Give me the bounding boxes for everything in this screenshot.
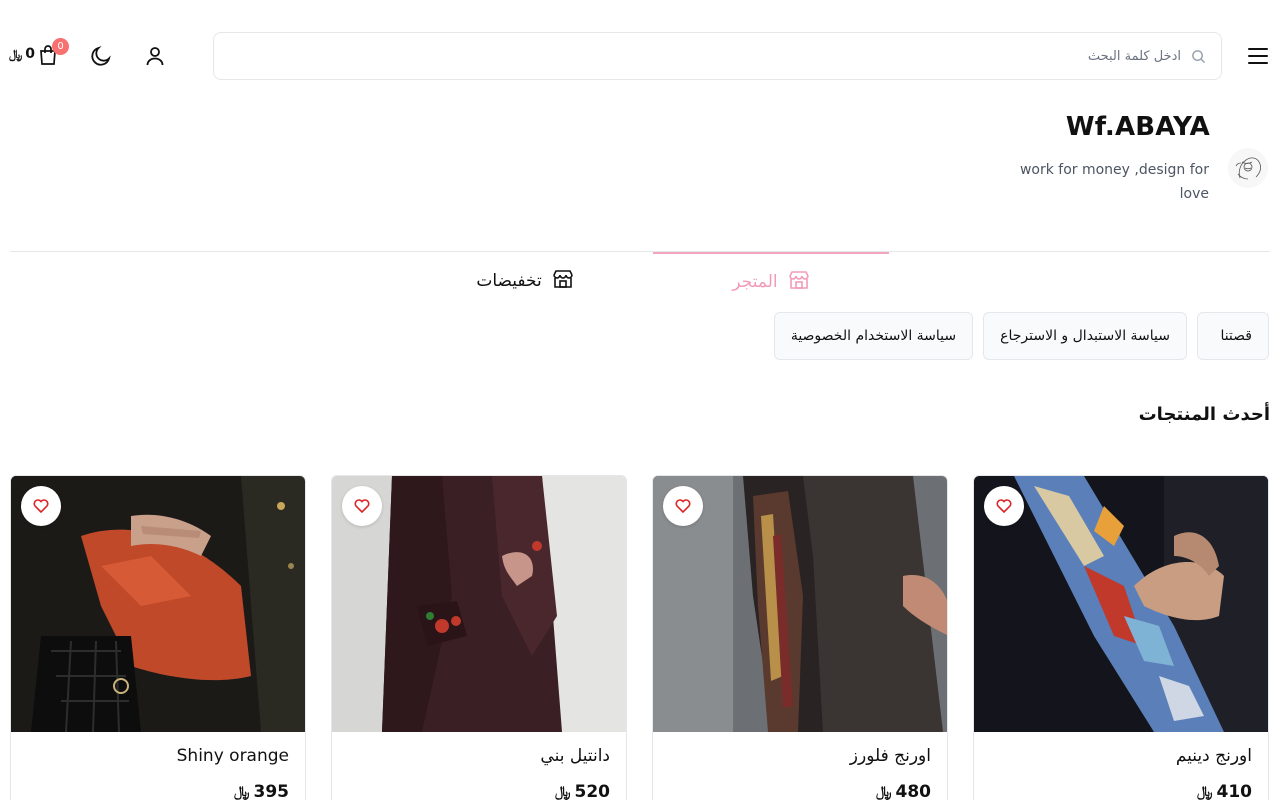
favorite-heart-icon[interactable] [663, 486, 703, 526]
store-page: 0 ﷼ 0 Wf.ABAYA work for money ,design fo… [0, 0, 1280, 800]
product-price-value: 480 [895, 782, 932, 800]
user-icon[interactable] [141, 42, 169, 70]
product-name[interactable]: Shiny orange [177, 746, 289, 766]
store-logo [1228, 148, 1268, 188]
store-name: Wf.ABAYA [1065, 112, 1210, 142]
divider [10, 251, 1270, 252]
product-card[interactable]: اورنج دينيم ﷼ 410 [973, 475, 1269, 800]
page-link-privacy-policy[interactable]: سياسة الاستخدام الخصوصية [773, 312, 974, 360]
cart-total[interactable]: ﷼ 0 [9, 44, 35, 64]
hamburger-menu-icon[interactable] [1244, 42, 1272, 70]
search-bar[interactable] [213, 32, 1222, 80]
tab-discounts[interactable]: تخفيضات [420, 252, 630, 310]
product-price-value: 395 [253, 782, 290, 800]
store-pages-list: قصتنا سياسة الاستبدال و الاسترجاع سياسة … [773, 312, 1269, 360]
currency-symbol: ﷼ [234, 784, 250, 800]
store-icon [552, 269, 574, 293]
currency-symbol: ﷼ [876, 784, 892, 800]
tab-discounts-label: تخفيضات [476, 271, 542, 291]
product-price-value: 410 [1216, 782, 1253, 800]
cart-count-badge: 0 [52, 38, 69, 55]
dark-mode-moon-icon[interactable] [87, 42, 115, 70]
currency-symbol: ﷼ [1197, 784, 1213, 800]
product-card[interactable]: دانتيل بني ﷼ 520 [331, 475, 627, 800]
favorite-heart-icon[interactable] [21, 486, 61, 526]
product-price: ﷼ 480 [876, 782, 931, 800]
product-card[interactable]: اورنج فلورز ﷼ 480 [652, 475, 948, 800]
product-card[interactable]: Shiny orange ﷼ 395 [10, 475, 306, 800]
latest-products-title: أحدث المنتجات [1138, 404, 1270, 425]
favorite-heart-icon[interactable] [342, 486, 382, 526]
store-description: work for money ,design for love [1019, 162, 1209, 202]
product-name[interactable]: اورنج دينيم [1176, 746, 1252, 766]
cart-total-value: 0 [25, 46, 36, 62]
page-link-return-policy[interactable]: سياسة الاستبدال و الاسترجاع [983, 312, 1187, 360]
product-price-value: 520 [574, 782, 611, 800]
store-icon [788, 270, 810, 294]
header: 0 ﷼ 0 [0, 0, 1280, 110]
favorite-heart-icon[interactable] [984, 486, 1024, 526]
currency-symbol: ﷼ [555, 784, 571, 800]
search-icon [1189, 47, 1207, 65]
tab-store[interactable]: المتجر [653, 252, 889, 310]
page-link-our-story[interactable]: قصتنا [1197, 312, 1269, 360]
tab-store-label: المتجر [732, 272, 778, 292]
product-name[interactable]: دانتيل بني [540, 746, 610, 766]
product-price: ﷼ 520 [555, 782, 610, 800]
currency-symbol: ﷼ [9, 46, 23, 61]
product-price: ﷼ 410 [1197, 782, 1252, 800]
product-price: ﷼ 395 [234, 782, 289, 800]
search-input[interactable] [214, 33, 1181, 79]
product-name[interactable]: اورنج فلورز [850, 746, 931, 766]
